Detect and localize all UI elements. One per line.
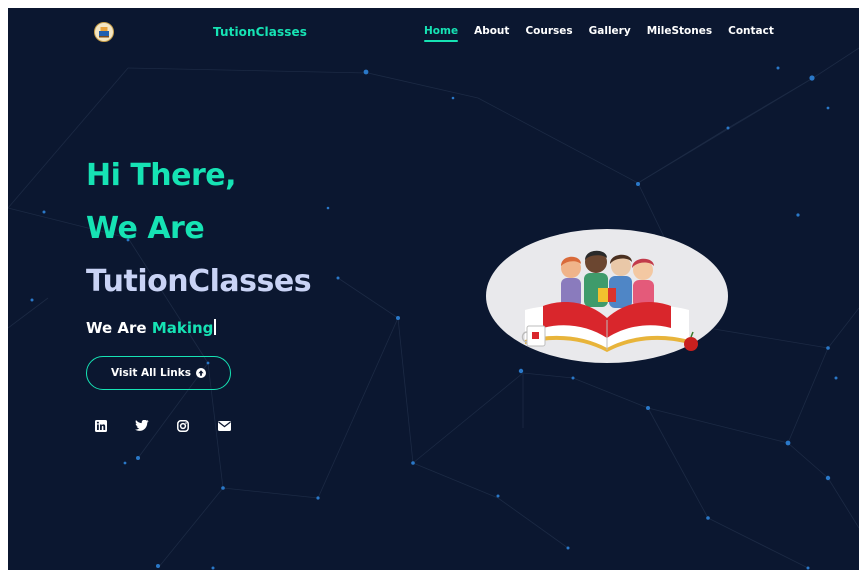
nav-item-about[interactable]: About (474, 25, 509, 37)
typing-cursor (214, 319, 217, 335)
typing-word: Making (151, 319, 214, 337)
students-reading-book-illustration (486, 229, 728, 363)
hero-subheading: We Are (86, 211, 205, 246)
typing-text: We Are Making (86, 319, 217, 337)
instagram-icon (177, 420, 189, 432)
twitter-link[interactable] (135, 419, 149, 433)
brand-name[interactable]: TutionClasses (213, 25, 307, 39)
hero-title: TutionClasses (86, 264, 312, 299)
nav-item-courses[interactable]: Courses (525, 25, 572, 37)
visit-all-links-button[interactable]: Visit All Links (86, 356, 231, 390)
twitter-icon (135, 420, 149, 431)
email-link[interactable] (217, 419, 231, 433)
typing-prefix: We Are (86, 319, 152, 337)
main-nav: Home About Courses Gallery MileStones Co… (424, 25, 790, 42)
nav-item-gallery[interactable]: Gallery (589, 25, 631, 37)
hero-greeting: Hi There, (86, 158, 237, 193)
instagram-link[interactable] (176, 419, 190, 433)
linkedin-link[interactable] (94, 419, 108, 433)
nav-item-home[interactable]: Home (424, 25, 459, 42)
linkedin-icon (95, 420, 107, 432)
social-links (94, 419, 258, 433)
nav-item-milestones[interactable]: MileStones (647, 25, 712, 37)
page: TutionClasses Home About Courses Gallery… (8, 8, 859, 570)
envelope-icon (217, 421, 231, 431)
arrow-circle-up-icon (196, 368, 207, 378)
nav-item-contact[interactable]: Contact (728, 25, 774, 37)
visit-all-links-label: Visit All Links (110, 367, 192, 379)
logo-icon[interactable] (94, 22, 114, 42)
